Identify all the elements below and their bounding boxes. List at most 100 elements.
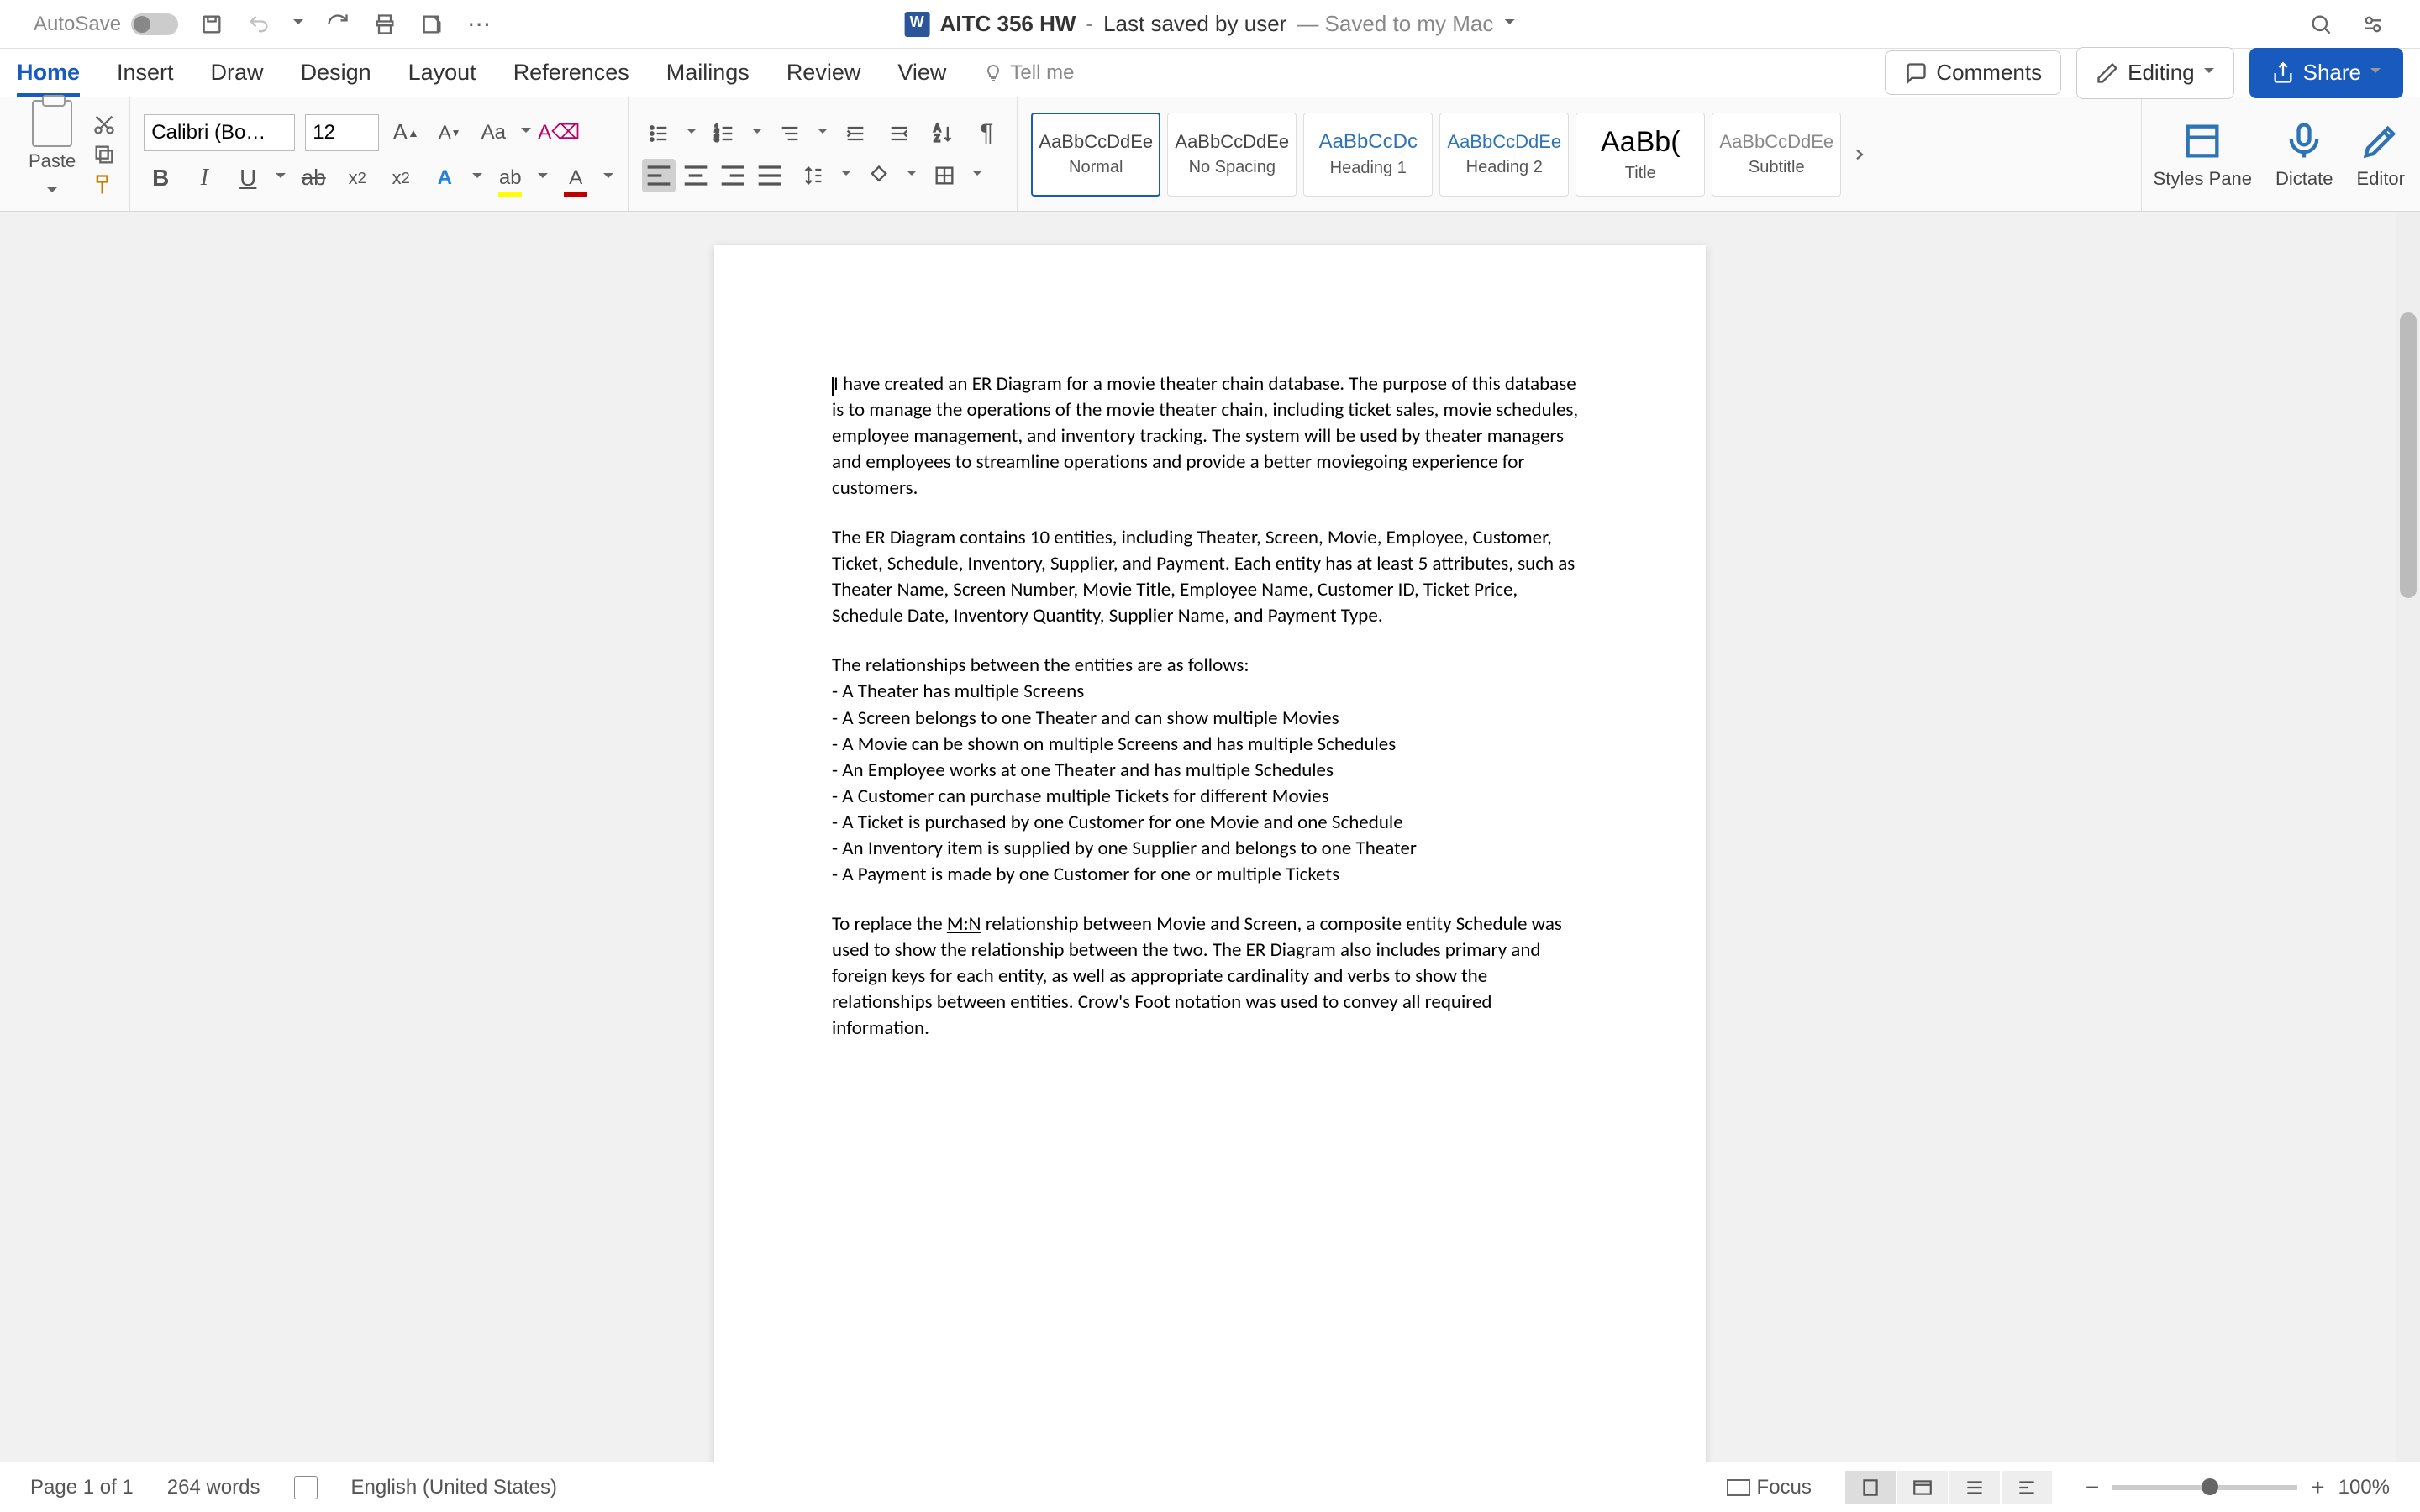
- font-size-select[interactable]: [305, 114, 379, 151]
- highlight-dropdown[interactable]: [537, 161, 549, 195]
- tab-draw[interactable]: Draw: [211, 48, 264, 97]
- style-heading-1[interactable]: AaBbCcDc Heading 1: [1303, 113, 1433, 197]
- search-icon[interactable]: [2307, 11, 2334, 38]
- share-dropdown-icon[interactable]: [2370, 56, 2381, 90]
- editing-button[interactable]: Editing: [2076, 47, 2234, 99]
- multilevel-dropdown[interactable]: [817, 117, 829, 150]
- proofing-icon[interactable]: [294, 1476, 318, 1499]
- strike-button[interactable]: ab: [297, 161, 330, 195]
- format-painter-icon[interactable]: [92, 173, 116, 197]
- indent-right-icon[interactable]: [882, 117, 916, 150]
- copy-icon[interactable]: [92, 143, 116, 166]
- paragraph[interactable]: - A Movie can be shown on multiple Scree…: [832, 732, 1588, 758]
- paragraph[interactable]: To replace the M:N relationship between …: [832, 911, 1588, 1042]
- language[interactable]: English (United States): [351, 1476, 557, 1499]
- zoom-knob[interactable]: [2202, 1478, 2218, 1495]
- shading-icon[interactable]: [862, 159, 896, 192]
- superscript-button[interactable]: x2: [384, 161, 418, 195]
- document-title[interactable]: AITC 356 HW: [940, 11, 1076, 37]
- paragraph[interactable]: The ER Diagram contains 10 entities, inc…: [832, 525, 1588, 629]
- font-color-icon[interactable]: A: [559, 161, 592, 195]
- paragraph[interactable]: - A Theater has multiple Screens: [832, 679, 1588, 705]
- vertical-scrollbar[interactable]: [2396, 212, 2420, 1462]
- zoom-slider[interactable]: [2112, 1485, 2297, 1490]
- undo-dropdown[interactable]: [292, 8, 304, 41]
- shrink-font-icon[interactable]: A▼: [433, 116, 466, 150]
- chevron-down-icon[interactable]: [1503, 8, 1515, 41]
- style-no-spacing[interactable]: AaBbCcDdEe No Spacing: [1167, 113, 1297, 197]
- autosave-toggle[interactable]: [131, 13, 178, 35]
- editing-dropdown-icon[interactable]: [2203, 56, 2215, 90]
- page-count[interactable]: Page 1 of 1: [30, 1476, 134, 1499]
- tab-design[interactable]: Design: [301, 48, 371, 97]
- underline-button[interactable]: U: [231, 161, 265, 195]
- text-effects-icon[interactable]: A: [428, 161, 461, 195]
- bullets-dropdown[interactable]: [686, 117, 697, 150]
- font-name-select[interactable]: [144, 114, 295, 151]
- focus-button[interactable]: Focus: [1727, 1476, 1812, 1499]
- tab-review[interactable]: Review: [786, 48, 861, 97]
- style-subtitle[interactable]: AaBbCcDdEe Subtitle: [1712, 113, 1841, 197]
- tab-layout[interactable]: Layout: [408, 48, 476, 97]
- align-left-button[interactable]: [642, 159, 676, 192]
- paragraph[interactable]: - A Screen belongs to one Theater and ca…: [832, 706, 1588, 732]
- share-button[interactable]: Share: [2249, 48, 2403, 98]
- paragraph[interactable]: - A Ticket is purchased by one Customer …: [832, 810, 1588, 836]
- styles-pane-button[interactable]: Styles Pane: [2154, 119, 2252, 190]
- paragraph[interactable]: - A Payment is made by one Customer for …: [832, 862, 1588, 888]
- align-justify-button[interactable]: [753, 159, 786, 192]
- numbering-dropdown[interactable]: [751, 117, 763, 150]
- line-spacing-icon[interactable]: [797, 159, 830, 192]
- text-effects-dropdown[interactable]: [471, 161, 483, 195]
- subscript-button[interactable]: x2: [340, 161, 374, 195]
- save-icon[interactable]: [198, 11, 225, 38]
- underlined-text[interactable]: M:N: [947, 912, 981, 936]
- autosave-control[interactable]: AutoSave: [34, 13, 178, 36]
- sort-icon[interactable]: AZ: [926, 117, 960, 150]
- paragraph[interactable]: - An Employee works at one Theater and h…: [832, 758, 1588, 784]
- shading-dropdown[interactable]: [906, 159, 918, 192]
- change-case-dropdown[interactable]: [520, 116, 532, 150]
- document-canvas[interactable]: I have created an ER Diagram for a movie…: [0, 212, 2420, 1462]
- outline-view[interactable]: [1949, 1471, 2000, 1504]
- bullets-icon[interactable]: [642, 117, 676, 150]
- scroll-thumb[interactable]: [2400, 312, 2417, 598]
- tab-insert[interactable]: Insert: [117, 48, 174, 97]
- paragraph[interactable]: - A Customer can purchase multiple Ticke…: [832, 784, 1588, 810]
- tab-mailings[interactable]: Mailings: [666, 48, 750, 97]
- dictate-button[interactable]: Dictate: [2275, 119, 2333, 190]
- word-count[interactable]: 264 words: [167, 1476, 260, 1499]
- font-color-dropdown[interactable]: [602, 161, 614, 195]
- style-normal[interactable]: AaBbCcDdEe Normal: [1031, 113, 1160, 197]
- underline-dropdown[interactable]: [275, 161, 287, 195]
- draft-view[interactable]: [2002, 1471, 2052, 1504]
- tell-me[interactable]: Tell me: [983, 61, 1074, 85]
- align-center-button[interactable]: [679, 159, 713, 192]
- pilcrow-icon[interactable]: ¶: [970, 117, 1003, 150]
- tab-view[interactable]: View: [897, 48, 946, 97]
- paste-dropdown[interactable]: [46, 176, 58, 209]
- print-icon[interactable]: [371, 11, 398, 38]
- paragraph[interactable]: - An Inventory item is supplied by one S…: [832, 836, 1588, 862]
- indent-left-icon[interactable]: [839, 117, 872, 150]
- editor-button[interactable]: Editor: [2357, 119, 2405, 190]
- paste-button[interactable]: Paste: [29, 100, 84, 209]
- undo-icon[interactable]: [245, 11, 272, 38]
- style-heading-2[interactable]: AaBbCcDdEe Heading 2: [1439, 113, 1569, 197]
- paragraph[interactable]: The relationships between the entities a…: [832, 653, 1588, 679]
- grow-font-icon[interactable]: A▲: [389, 116, 423, 150]
- borders-dropdown[interactable]: [971, 159, 983, 192]
- style-title[interactable]: AaBb( Title: [1576, 113, 1705, 197]
- print-layout-view[interactable]: [1845, 1471, 1896, 1504]
- italic-button[interactable]: I: [187, 161, 221, 195]
- borders-icon[interactable]: [928, 159, 961, 192]
- highlight-icon[interactable]: ab: [493, 161, 527, 195]
- clear-format-icon[interactable]: A⌫: [542, 116, 576, 150]
- change-case-icon[interactable]: Aa: [476, 116, 510, 150]
- align-right-button[interactable]: [716, 159, 750, 192]
- multilevel-icon[interactable]: [773, 117, 807, 150]
- bold-button[interactable]: B: [144, 161, 177, 195]
- web-layout-view[interactable]: [1897, 1471, 1948, 1504]
- paragraph[interactable]: I have created an ER Diagram for a movie…: [832, 371, 1588, 501]
- ribbon-options-icon[interactable]: [2360, 11, 2386, 38]
